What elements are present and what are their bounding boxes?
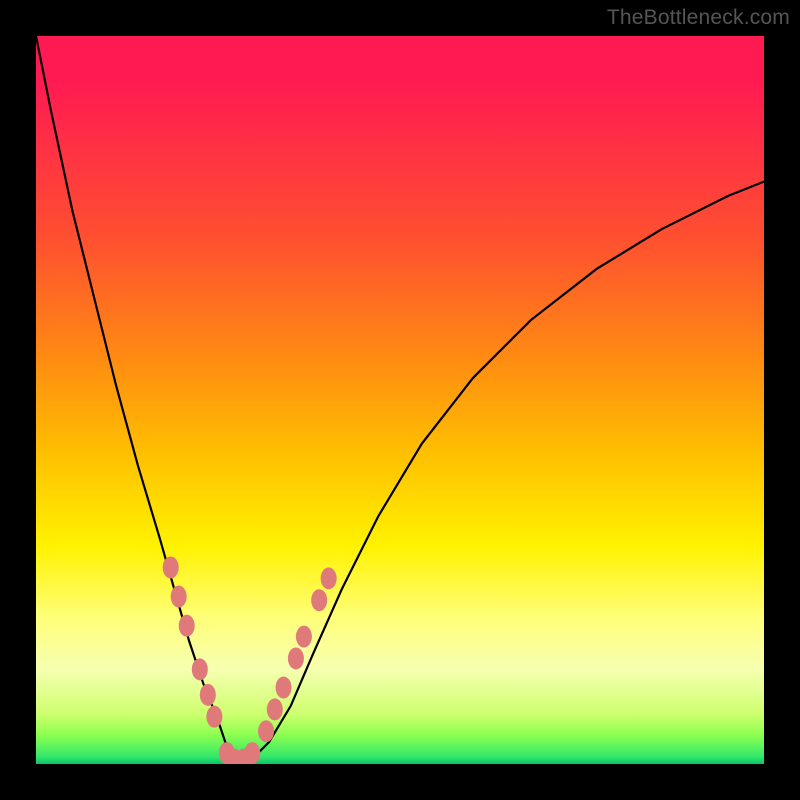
marker-dot: [206, 706, 222, 728]
marker-dot: [288, 647, 304, 669]
marker-dot: [321, 567, 337, 589]
bottleneck-curve: [36, 36, 764, 760]
marker-dot: [267, 698, 283, 720]
marker-dot: [200, 684, 216, 706]
marker-dot: [192, 658, 208, 680]
watermark-text: TheBottleneck.com: [607, 6, 790, 30]
marker-dot: [163, 556, 179, 578]
chart-svg: [36, 36, 764, 764]
marker-dot: [179, 615, 195, 637]
marker-dot: [171, 586, 187, 608]
chart-frame: TheBottleneck.com: [0, 0, 800, 800]
marker-dot: [276, 677, 292, 699]
marker-dot: [296, 626, 312, 648]
curve-group: [36, 36, 764, 760]
marker-dot: [244, 742, 260, 764]
marker-dot: [258, 720, 274, 742]
plot-area: [36, 36, 764, 764]
marker-dot: [311, 589, 327, 611]
